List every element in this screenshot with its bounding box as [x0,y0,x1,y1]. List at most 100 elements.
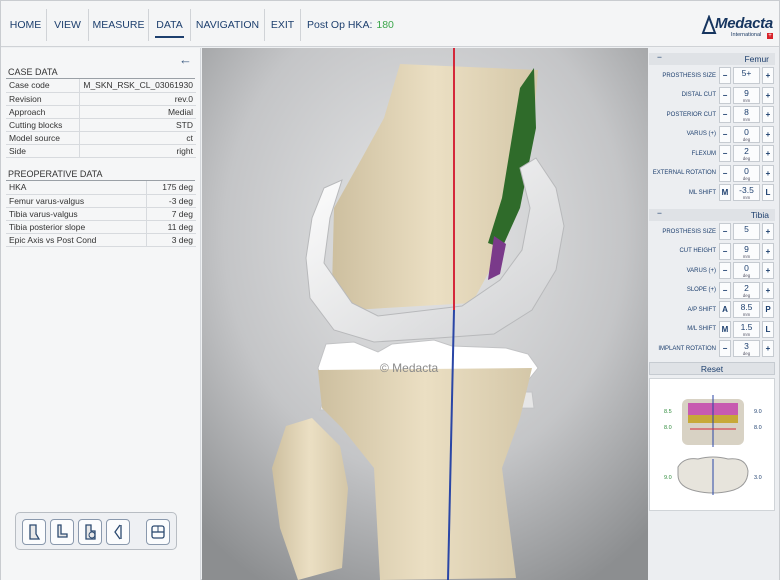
value-unit: deg [742,351,751,356]
table-row: Cutting blocks STD [6,118,196,132]
preview-value: 3.0 [754,475,762,481]
param-value: -3.5 mm [733,184,760,201]
knee-model-render[interactable]: © Medacta [202,48,648,580]
case-data-title: CASE DATA [8,67,58,77]
menu-measure[interactable]: MEASURE [89,9,149,41]
preview-value: 8.5 [664,409,672,415]
increase-button[interactable]: + [762,242,774,260]
implant-preview[interactable]: 8.5 9.0 8.0 8.0 9.0 3.0 [649,378,775,511]
row-value: M_SKN_RSK_CL_03061930 [79,79,196,93]
param-label: VARUS (+) [686,267,716,274]
femur-section-header[interactable]: − Femur [649,52,775,65]
increase-button[interactable]: + [762,67,774,84]
increase-button[interactable]: + [762,262,774,279]
3d-knee-viewport[interactable]: © Medacta [202,48,648,580]
decrease-button[interactable]: − [719,262,731,279]
value-unit: mm [742,253,751,259]
param-label: ML SHIFT [688,189,716,196]
increase-button[interactable]: + [762,106,774,123]
row-value: 175 deg [145,181,196,195]
row-label: Revision [6,92,80,106]
decrease-button[interactable]: − [719,242,731,260]
tibia-param-row: A/P SHIFT A 8.5 mm P [649,300,775,319]
tibia-title: Tibia [750,210,769,220]
decrease-button[interactable]: − [719,125,731,143]
decrease-button[interactable]: M [719,320,731,338]
femur-param-row: ML SHIFT M -3.5 mm L [649,183,775,202]
value-text: 2 [744,146,749,156]
row-label: Femur varus-valgus [6,194,146,208]
tibia-param-row: IMPLANT ROTATION −3 deg + [649,339,775,358]
implant-preview-render [677,395,749,495]
menu-data[interactable]: DATA [149,9,191,41]
collapse-icon[interactable]: − [657,208,662,218]
row-value: rev.0 [79,92,196,106]
decrease-button[interactable]: − [719,86,731,104]
increase-button[interactable]: + [762,125,774,143]
menu-exit[interactable]: EXIT [265,9,301,41]
param-value: 0 deg [733,262,760,279]
layout-button[interactable] [146,519,170,545]
decrease-button[interactable]: M [719,184,731,201]
increase-button[interactable]: L [762,320,774,338]
increase-button[interactable]: + [762,281,774,299]
value-text: 9 [744,87,749,98]
tibia-view-button[interactable] [50,519,74,545]
row-label: Case code [6,79,80,93]
value-text: 0 [744,263,749,273]
preview-value: 9.0 [754,409,762,415]
preview-value: 8.0 [664,425,672,431]
param-value: 9 mm [733,242,760,260]
value-text: -3.5 [739,185,754,195]
femur-view-button[interactable] [22,519,46,545]
back-arrow-icon[interactable]: ← [179,52,192,67]
decrease-button[interactable]: − [719,164,731,182]
param-value: 2 deg [733,281,760,299]
increase-button[interactable]: + [762,145,774,162]
preoperative-data-table: HKA 175 deg Femur varus-valgus -3 deg Tibi… [6,181,196,247]
preview-value: 8.0 [754,425,762,431]
preoperative-data-title: PREOPERATIVE DATA [8,169,103,179]
value-unit: mm [742,195,751,200]
collapse-icon[interactable]: − [657,52,662,62]
combined-view-button[interactable] [78,519,102,545]
decrease-button[interactable]: − [719,106,731,123]
increase-button[interactable]: + [762,340,774,357]
param-value: 5+ [733,67,760,84]
value-text: 0 [744,165,749,176]
row-value: 3 deg [145,233,196,247]
tibia-section-header[interactable]: − Tibia [649,208,775,221]
menu-navigation[interactable]: NAVIGATION [191,9,265,41]
param-value: 5 [733,223,760,240]
param-value: 8.5 mm [733,301,760,318]
decrease-button[interactable]: − [719,223,731,240]
view-toolbar [15,512,177,550]
logo-text: Medacta [715,15,773,32]
tibia-param-row: VARUS (+) −0 deg + [649,261,775,280]
increase-button[interactable]: + [762,223,774,240]
value-text: 1.5 [740,321,753,332]
menu-home[interactable]: HOME [5,9,47,41]
combined-view-icon [85,524,96,540]
increase-button[interactable]: P [762,301,774,318]
decrease-button[interactable]: − [719,281,731,299]
table-row: Epic Axis vs Post Cond 3 deg [6,233,196,247]
increase-button[interactable]: L [762,184,774,201]
table-row: Revision rev.0 [6,92,196,106]
decrease-button[interactable]: − [719,340,731,357]
row-value: -3 deg [145,194,196,208]
femur-view-icon [29,524,41,540]
menu-view[interactable]: VIEW [47,9,89,41]
decrease-button[interactable]: A [719,301,731,318]
row-label: Epic Axis vs Post Cond [6,233,146,247]
increase-button[interactable]: + [762,164,774,182]
row-value: 11 deg [145,220,196,234]
lateral-view-button[interactable] [106,519,130,545]
increase-button[interactable]: + [762,86,774,104]
post-op-hka: Post Op HKA: 180 [307,19,394,31]
decrease-button[interactable]: − [719,145,731,162]
tibia-view-icon [57,524,68,538]
reset-button[interactable]: Reset [649,362,775,375]
table-row: HKA 175 deg [6,181,196,195]
decrease-button[interactable]: − [719,67,731,84]
